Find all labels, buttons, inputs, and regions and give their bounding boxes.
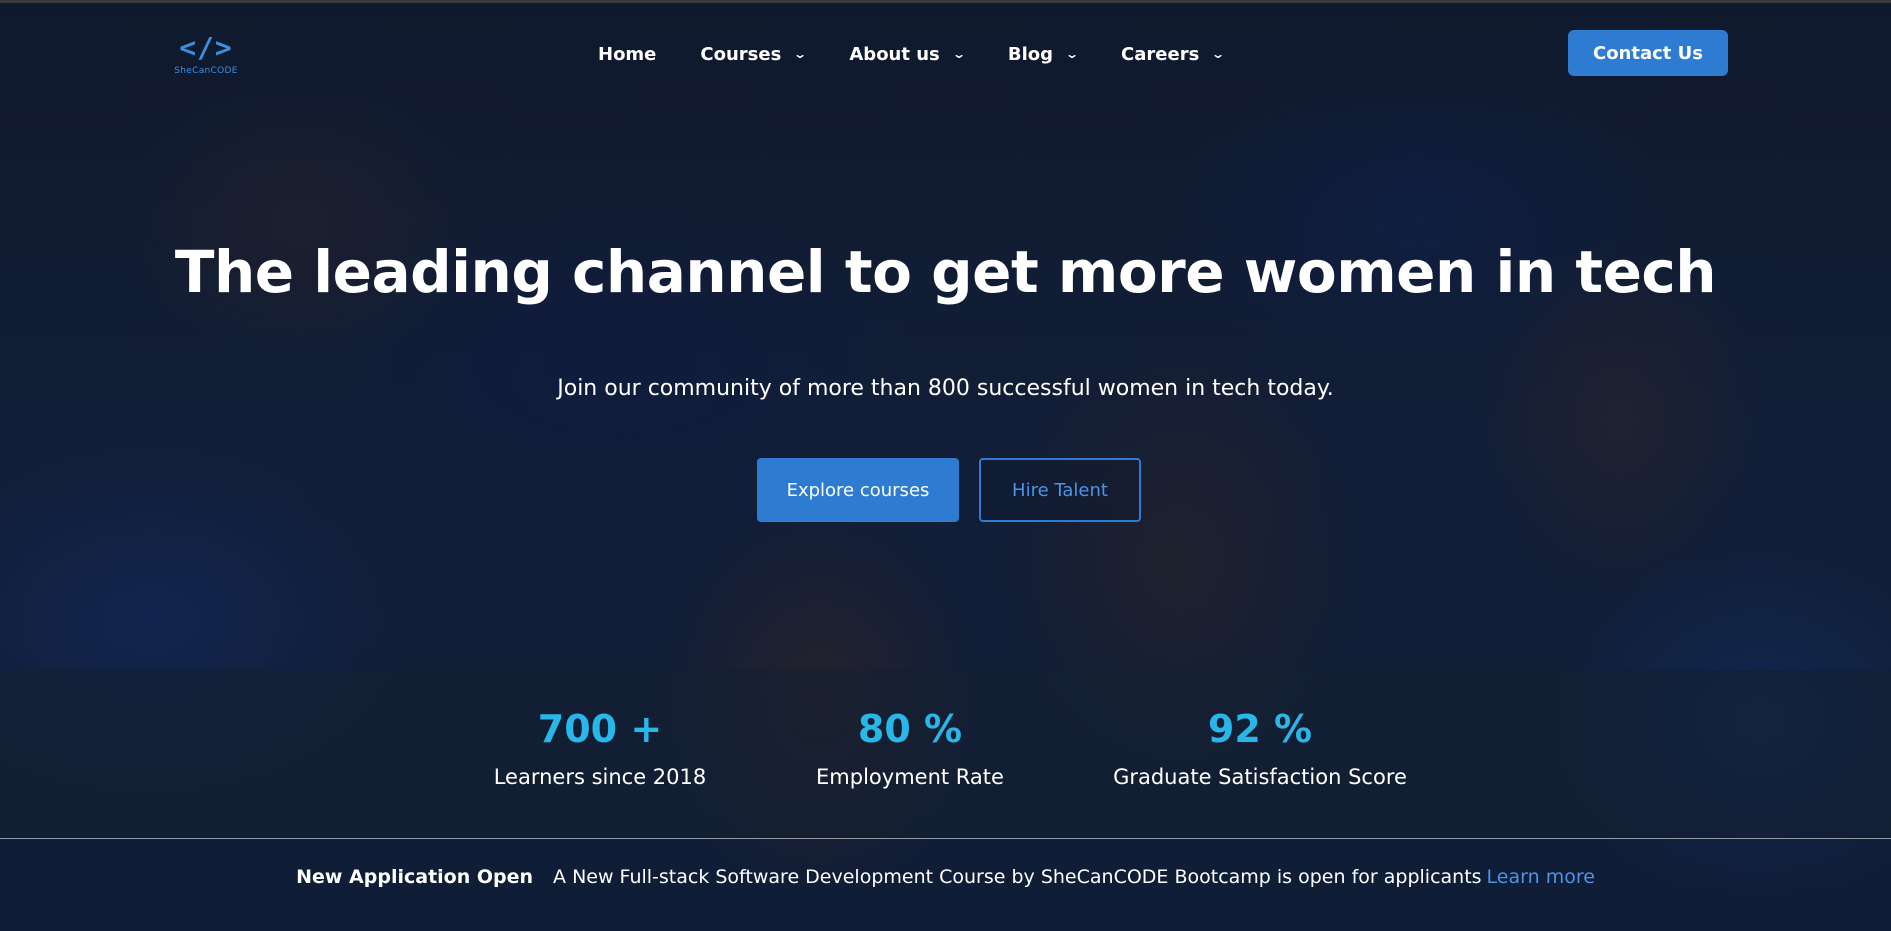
announcement-text: A New Full-stack Software Development Co… [553, 866, 1482, 888]
stat-label: Employment Rate [816, 765, 1004, 789]
nav-item-label: About us [849, 43, 940, 65]
logo-text: SheCanCODE [174, 66, 238, 76]
top-border [0, 0, 1891, 3]
learn-more-link[interactable]: Learn more [1487, 866, 1595, 888]
chevron-down-icon: ⌄ [1211, 47, 1226, 61]
stat-label: Graduate Satisfaction Score [1113, 765, 1407, 789]
stat-satisfaction: 92 % Graduate Satisfaction Score [1100, 707, 1420, 789]
contact-us-button[interactable]: Contact Us [1568, 30, 1728, 76]
nav-item-careers[interactable]: Careers ⌄ [1121, 43, 1226, 65]
hire-talent-button[interactable]: Hire Talent [979, 458, 1141, 522]
chevron-down-icon: ⌄ [951, 47, 966, 61]
chevron-down-icon: ⌄ [793, 47, 808, 61]
announcement-bar: New Application Open A New Full-stack So… [0, 864, 1891, 890]
stat-label: Learners since 2018 [493, 765, 707, 789]
hero-subtitle: Join our community of more than 800 succ… [557, 376, 1334, 401]
stat-learners: 700 + Learners since 2018 [480, 707, 720, 789]
logo[interactable]: </> SheCanCODE [168, 30, 244, 80]
announcement-tag: New Application Open [296, 866, 534, 888]
nav-item-label: Blog [1007, 43, 1053, 65]
stat-value: 92 % [1207, 707, 1313, 751]
nav-item-label: Courses [700, 43, 782, 65]
nav-item-label: Home [598, 43, 657, 65]
nav-item-label: Careers [1121, 43, 1200, 65]
chevron-down-icon: ⌄ [1064, 47, 1080, 61]
stat-employment: 80 % Employment Rate [800, 707, 1020, 789]
nav-item-blog[interactable]: Blog ⌄ [1007, 43, 1080, 65]
nav-item-home[interactable]: Home [598, 44, 656, 65]
explore-courses-button[interactable]: Explore courses [757, 458, 959, 522]
stat-value: 80 % [857, 707, 963, 751]
divider [0, 838, 1891, 839]
stat-value: 700 + [537, 707, 663, 751]
hero-title: The leading channel to get more women in… [174, 238, 1717, 306]
nav-item-courses[interactable]: Courses ⌄ [700, 43, 808, 65]
nav-item-about-us[interactable]: About us ⌄ [849, 43, 966, 65]
logo-code-icon: </> [179, 30, 233, 64]
main-nav: Home Courses ⌄ About us ⌄ Blog ⌄ Careers… [598, 42, 1267, 66]
